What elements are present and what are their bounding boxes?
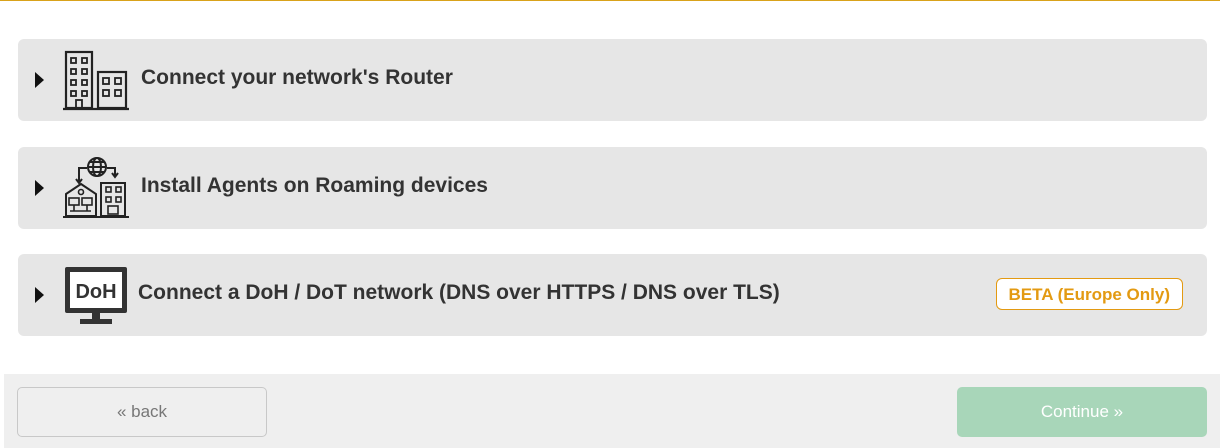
globe-buildings-icon <box>63 156 129 220</box>
option-title: Connect your network's Router <box>141 66 453 89</box>
caret-right-icon[interactable] <box>35 180 44 196</box>
doh-monitor-text: DoH <box>75 281 116 303</box>
caret-right-icon[interactable] <box>35 287 44 303</box>
caret-right-icon[interactable] <box>35 72 44 88</box>
setup-page: Connect your network's Router Install Ag… <box>0 0 1220 448</box>
office-buildings-icon <box>63 48 129 112</box>
option-connect-doh-dot[interactable]: DoH Connect a DoH / DoT network (DNS ove… <box>18 254 1207 336</box>
option-title: Install Agents on Roaming devices <box>141 174 488 197</box>
option-title: Connect a DoH / DoT network (DNS over HT… <box>138 281 780 304</box>
option-connect-router[interactable]: Connect your network's Router <box>18 39 1207 121</box>
footer-bar: « back Continue » <box>4 374 1220 448</box>
option-install-agents[interactable]: Install Agents on Roaming devices <box>18 147 1207 229</box>
beta-badge: BETA (Europe Only) <box>995 278 1183 310</box>
doh-monitor-icon: DoH <box>63 263 129 327</box>
back-button[interactable]: « back <box>17 387 267 437</box>
continue-button[interactable]: Continue » <box>957 387 1207 437</box>
